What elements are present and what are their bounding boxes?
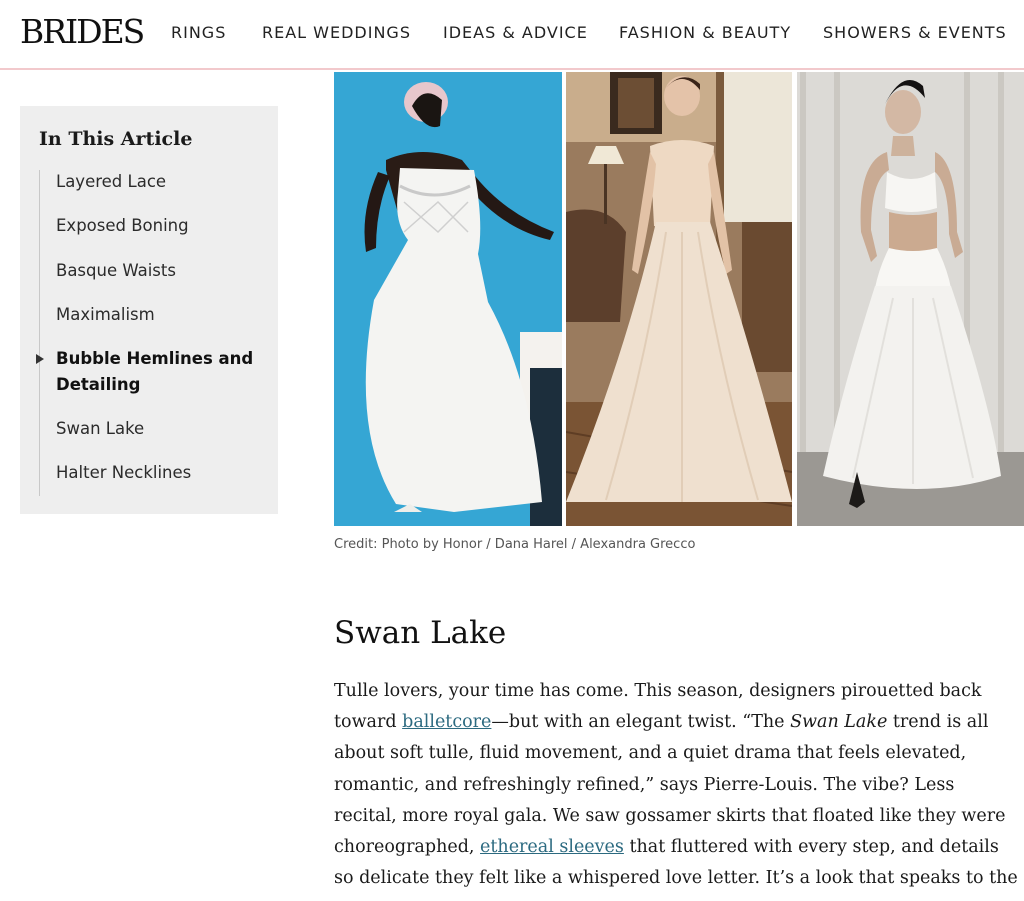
swan-lake-italic: Swan Lake <box>790 712 888 733</box>
toc-item-maximalism[interactable]: Maximalism <box>56 302 266 328</box>
line-text-before: toward <box>334 712 403 733</box>
paragraph-line-2: toward balletcore—but with an elegant tw… <box>334 707 1024 738</box>
active-section-arrow-icon <box>36 354 44 364</box>
toc-item-layered-lace[interactable]: Layered Lace <box>56 169 266 195</box>
paragraph-line-1: Tulle lovers, your time has come. This s… <box>334 681 982 701</box>
table-of-contents: In This Article Layered Lace Exposed Bon… <box>20 106 278 514</box>
toc-rail <box>39 170 40 496</box>
photo-dana-harel-gown <box>566 72 792 526</box>
nav-ideas-advice[interactable]: IDEAS & ADVICE <box>443 22 588 44</box>
photo-honor-gown <box>334 72 562 526</box>
balletcore-link[interactable]: balletcore <box>402 712 491 732</box>
photo-credit: Credit: Photo by Honor / Dana Harel / Al… <box>334 537 696 552</box>
article-paragraph: Tulle lovers, your time has come. This s… <box>334 676 1024 894</box>
line-text-after2: trend is all <box>887 712 989 733</box>
ethereal-sleeves-link[interactable]: ethereal sleeves <box>480 837 624 857</box>
section-heading-swan-lake: Swan Lake <box>334 615 507 651</box>
nav-rings[interactable]: RINGS <box>171 22 226 44</box>
site-header: BRIDES RINGS REAL WEDDINGS IDEAS & ADVIC… <box>0 0 1024 70</box>
paragraph-line-5: recital, more royal gala. We saw gossame… <box>334 805 1006 826</box>
toc-item-swan-lake[interactable]: Swan Lake <box>56 416 266 442</box>
toc-item-label-line1: Bubble Hemlines and <box>56 349 254 368</box>
toc-title: In This Article <box>39 128 193 150</box>
paragraph-line-4: romantic, and refreshingly refined,” say… <box>334 774 955 795</box>
nav-real-weddings[interactable]: REAL WEDDINGS <box>262 22 411 44</box>
paragraph-line-3: about soft tulle, fluid movement, and a … <box>334 743 967 764</box>
toc-item-halter-necklines[interactable]: Halter Necklines <box>56 460 266 486</box>
paragraph-line-6: choreographed, ethereal sleeves that flu… <box>334 832 1024 863</box>
line-text-before: choreographed, <box>334 837 481 858</box>
brides-logo[interactable]: BRIDES <box>20 12 145 52</box>
toc-item-label-line2: Detailing <box>56 375 141 394</box>
toc-item-exposed-boning[interactable]: Exposed Boning <box>56 213 266 239</box>
photo-alexandra-grecco-gown <box>797 72 1024 526</box>
nav-showers-events[interactable]: SHOWERS & EVENTS <box>823 22 1007 44</box>
bottom-fade <box>0 886 1024 901</box>
nav-fashion-beauty[interactable]: FASHION & BEAUTY <box>619 22 791 44</box>
line-text-after: that fluttered with every step, and deta… <box>623 837 999 858</box>
line-text-after: —but with an elegant twist. “The <box>491 712 791 733</box>
toc-item-basque-waists[interactable]: Basque Waists <box>56 258 266 284</box>
toc-item-bubble-hemlines[interactable]: Bubble Hemlines and Detailing <box>56 346 266 398</box>
